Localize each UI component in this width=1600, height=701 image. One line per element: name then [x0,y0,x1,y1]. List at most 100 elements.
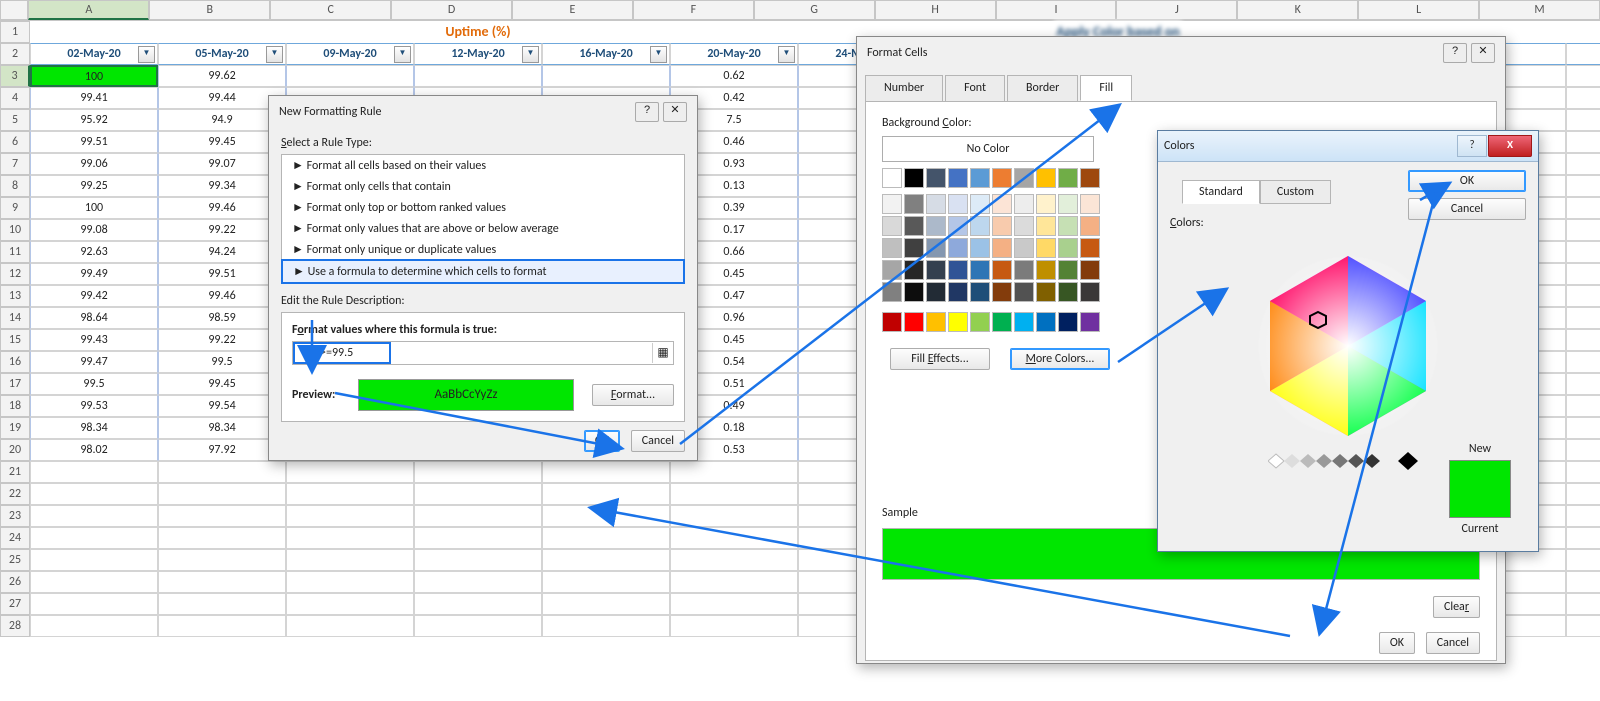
cell[interactable]: 99.5 [158,351,286,373]
cell[interactable] [542,21,670,43]
rule-type-option[interactable]: ► Format only unique or duplicate values [282,239,684,260]
cell[interactable]: Uptime (%) [414,21,542,43]
cell[interactable] [158,571,286,593]
cell[interactable] [1566,43,1600,65]
color-swatch[interactable] [882,238,902,258]
color-swatch[interactable] [970,216,990,236]
help-icon[interactable]: ? [1457,135,1487,157]
cell[interactable]: 98.34 [158,417,286,439]
color-swatch[interactable] [970,282,990,302]
color-swatch[interactable] [1058,168,1078,188]
ok-button[interactable]: OK [584,430,620,452]
cell[interactable] [1566,241,1600,263]
color-swatch[interactable] [1058,238,1078,258]
color-swatch[interactable] [1080,282,1100,302]
cell[interactable] [542,615,670,637]
color-swatch[interactable] [970,238,990,258]
cell[interactable]: 99.49 [30,263,158,285]
color-swatch[interactable] [926,168,946,188]
color-swatch[interactable] [1036,238,1056,258]
color-swatch[interactable] [904,282,924,302]
cell[interactable] [414,615,542,637]
color-swatch[interactable] [948,260,968,280]
cell[interactable] [30,527,158,549]
cell[interactable] [542,571,670,593]
color-swatch[interactable] [926,238,946,258]
row-header[interactable]: 14 [0,307,30,329]
more-colors-button[interactable]: More Colors... [1010,348,1110,370]
cell[interactable]: 99.53 [30,395,158,417]
color-swatch[interactable] [926,216,946,236]
color-swatch[interactable] [948,194,968,214]
filter-icon[interactable]: ▼ [522,46,539,63]
cell[interactable] [670,615,798,637]
cell[interactable]: 05-May-20▼ [158,43,286,65]
column-header[interactable]: J [1116,0,1237,20]
row-header[interactable]: 17 [0,373,30,395]
cell[interactable] [158,615,286,637]
cell[interactable] [286,527,414,549]
rule-type-option[interactable]: ► Format only top or bottom ranked value… [282,197,684,218]
cell[interactable] [158,21,286,43]
cell[interactable] [30,615,158,637]
color-swatch[interactable] [904,260,924,280]
color-swatch[interactable] [904,216,924,236]
column-header[interactable]: G [754,0,875,20]
cell[interactable]: 99.34 [158,175,286,197]
cell[interactable] [158,505,286,527]
cell[interactable] [1566,307,1600,329]
cell[interactable]: 92.63 [30,241,158,263]
color-swatch[interactable] [948,168,968,188]
color-swatch[interactable] [970,194,990,214]
cell[interactable]: 02-May-20▼ [30,43,158,65]
column-header[interactable]: M [1479,0,1600,20]
color-swatch[interactable] [992,168,1012,188]
column-header[interactable]: K [1237,0,1358,20]
cell[interactable] [158,483,286,505]
color-swatch[interactable] [1036,194,1056,214]
row-header[interactable]: 9 [0,197,30,219]
cell[interactable]: 0.62 [670,65,798,87]
cell[interactable] [30,461,158,483]
cell[interactable] [1566,329,1600,351]
color-swatch[interactable] [1014,282,1034,302]
rule-type-option[interactable]: ► Format only cells that contain [282,176,684,197]
cell[interactable] [1566,505,1600,527]
color-swatch[interactable] [904,168,924,188]
color-swatch[interactable] [1058,282,1078,302]
cell[interactable]: 99.44 [158,87,286,109]
cell[interactable] [286,21,414,43]
fill-effects-button[interactable]: Fill Effects... [890,348,990,370]
cell[interactable] [1566,153,1600,175]
color-swatch[interactable] [1014,216,1034,236]
row-header[interactable]: 24 [0,527,30,549]
color-swatch[interactable] [1080,260,1100,280]
cell[interactable]: 99.62 [158,65,286,87]
row-header[interactable]: 15 [0,329,30,351]
color-swatch[interactable] [1036,216,1056,236]
color-swatch[interactable] [904,194,924,214]
color-swatch[interactable] [992,216,1012,236]
cell[interactable] [670,549,798,571]
row-header[interactable]: 19 [0,417,30,439]
cell[interactable]: 99.22 [158,219,286,241]
cell[interactable]: 99.45 [158,131,286,153]
row-header[interactable]: 23 [0,505,30,527]
ok-button[interactable]: OK [1379,632,1415,654]
color-swatch[interactable] [970,168,990,188]
cell[interactable] [1566,549,1600,571]
cell[interactable]: 100 [30,65,158,87]
select-all-corner[interactable] [0,0,28,20]
cell[interactable]: 99.22 [158,329,286,351]
cancel-button[interactable]: Cancel [1408,198,1526,220]
cell[interactable] [30,549,158,571]
color-swatch[interactable] [948,282,968,302]
cell[interactable] [670,21,798,43]
filter-icon[interactable]: ▼ [650,46,667,63]
cell[interactable] [286,571,414,593]
color-swatch[interactable] [1036,260,1056,280]
color-swatch[interactable] [1080,312,1100,332]
formula-input[interactable]: =A3>=99.5 [293,342,391,364]
cell[interactable] [414,593,542,615]
close-icon[interactable]: ✕ [663,102,687,122]
